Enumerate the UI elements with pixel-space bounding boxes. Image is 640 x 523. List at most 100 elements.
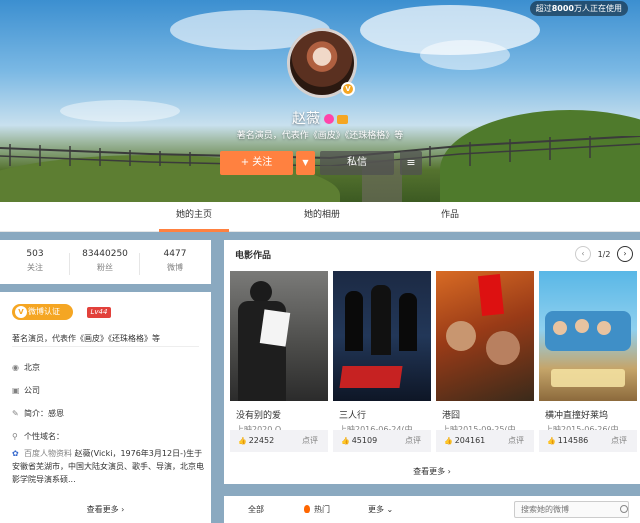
film-card[interactable]: 港囧 上映2015-09-25(中... 204161 点评 <box>436 271 534 453</box>
follow-dropdown-button[interactable]: ▼ <box>296 151 315 175</box>
stat-label: 关注 <box>27 263 43 272</box>
tab-album[interactable]: 她的相册 <box>287 202 357 232</box>
like-count[interactable]: 204161 <box>444 430 486 452</box>
comment-link[interactable]: 点评 <box>508 430 524 452</box>
edit-icon: ✎ <box>12 409 19 418</box>
films-pager: ‹ 1/2 › <box>575 246 633 262</box>
poster-title-art <box>551 369 625 387</box>
stat-fans[interactable]: 83440250 粉丝 <box>70 249 140 275</box>
like-count[interactable]: 45109 <box>341 430 377 452</box>
films-title: 电影作品 <box>235 251 272 261</box>
stats-panel: 503 关注 83440250 粉丝 4477 微博 <box>0 240 211 284</box>
verified-badge-icon: V <box>341 82 355 96</box>
poster-figure <box>399 293 417 351</box>
poster-figure <box>250 281 272 303</box>
poster-paper <box>259 309 291 347</box>
like-count[interactable]: 22452 <box>238 430 274 452</box>
film-poster[interactable] <box>539 271 637 401</box>
domain-text: 个性域名： <box>24 432 64 441</box>
female-icon <box>324 114 334 124</box>
company-row: ▣ 公司 <box>12 385 40 396</box>
cloud-shape <box>420 40 510 70</box>
poster-figure <box>553 321 567 335</box>
film-name[interactable]: 三人行 <box>339 408 431 421</box>
tab-works[interactable]: 作品 <box>415 202 485 232</box>
message-button[interactable]: 私信 <box>320 151 394 175</box>
films-panel: 电影作品 ‹ 1/2 › 没有别的爱 上映2020 O 22452 点评 三人行… <box>224 240 640 484</box>
like-count[interactable]: 114586 <box>547 430 589 452</box>
stat-label: 粉丝 <box>97 263 113 272</box>
chevron-down-icon: ▼ <box>302 158 309 167</box>
film-name[interactable]: 港囧 <box>442 408 534 421</box>
weibo-search-input[interactable] <box>514 501 629 518</box>
comment-link[interactable]: 点评 <box>611 430 627 452</box>
company-text: 公司 <box>24 386 40 395</box>
stat-label: 微博 <box>167 263 183 272</box>
poster-figure <box>597 321 611 335</box>
poster-figure <box>486 331 520 365</box>
search-icon[interactable] <box>620 505 628 513</box>
stat-value: 4477 <box>163 249 187 259</box>
film-actions: 114586 点评 <box>539 430 637 452</box>
film-name[interactable]: 没有别的爱 <box>236 408 328 421</box>
filter-all[interactable]: 全部 <box>248 504 264 515</box>
profile-info-intro: 著名演员，代表作《画皮》《还珠格格》等 <box>12 334 160 343</box>
chevron-right-icon[interactable]: › <box>617 246 633 262</box>
profile-tabs: 她的主页 她的相册 作品 <box>0 202 640 232</box>
profile-name-row: 赵薇 <box>0 108 640 128</box>
filter-hot-label: 热门 <box>314 505 330 514</box>
baidu-paw-icon: ✿ <box>12 449 19 458</box>
film-poster[interactable] <box>436 271 534 401</box>
follow-button[interactable]: + 关注 <box>220 151 293 175</box>
brief-row: ✎ 简介：感恩 <box>12 408 64 419</box>
location-text: 北京 <box>24 363 40 372</box>
feed-filter-bar: 全部 热门 更多 ⌄ <box>224 496 640 523</box>
tab-home[interactable]: 她的主页 <box>159 202 229 232</box>
domain-row: ⚲ 个性域名： <box>12 431 64 442</box>
poster-title-art <box>339 366 403 388</box>
location-pin-icon: ◉ <box>12 363 19 372</box>
baidu-bio: ✿ 百度人物资料 赵薇(Vicki，1976年3月12日-)生于安徽省芜湖市，中国… <box>12 447 207 486</box>
film-poster[interactable] <box>230 271 328 401</box>
stat-value: 83440250 <box>82 249 128 259</box>
filter-more-dropdown[interactable]: 更多 ⌄ <box>368 504 393 515</box>
film-actions: 204161 点评 <box>436 430 534 452</box>
film-actions: 22452 点评 <box>230 430 328 452</box>
online-counter: 超过8000万人正在使用 <box>529 1 628 16</box>
page-indicator: 1/2 <box>597 249 611 259</box>
profile-name: 赵薇 <box>292 111 320 127</box>
poster-figure <box>371 285 391 355</box>
profile-info-panel: 微博认证 Lv44 著名演员，代表作《画皮》《还珠格格》等 ◉ 北京 ▣ 公司 ✎ 简… <box>0 292 211 523</box>
poster-figure <box>345 291 363 351</box>
comment-link[interactable]: 点评 <box>405 430 421 452</box>
link-icon: ⚲ <box>12 432 18 441</box>
stat-value: 503 <box>26 249 44 259</box>
briefcase-icon: ▣ <box>12 386 20 395</box>
level-badge[interactable]: Lv44 <box>87 307 111 318</box>
filter-hot[interactable]: 热门 <box>304 504 330 515</box>
location-row: ◉ 北京 <box>12 362 40 373</box>
stat-weibo[interactable]: 4477 微博 <box>140 249 210 273</box>
more-menu-button[interactable]: ≡ <box>400 151 422 175</box>
profile-see-more-link[interactable]: 查看更多 › <box>0 504 211 515</box>
bio-source[interactable]: 百度人物资料 <box>24 449 72 458</box>
menu-icon: ≡ <box>406 156 416 169</box>
film-card[interactable]: 三人行 上映2016-06-24(中... 45109 点评 <box>333 271 431 453</box>
film-name[interactable]: 横冲直撞好莱坞 <box>545 408 637 421</box>
comment-link[interactable]: 点评 <box>302 430 318 452</box>
stat-following[interactable]: 503 关注 <box>0 249 70 275</box>
poster-figure <box>575 319 589 333</box>
poster-title-art <box>477 273 505 317</box>
vip-icon[interactable] <box>337 114 348 124</box>
film-actions: 45109 点评 <box>333 430 431 452</box>
poster-figure <box>446 321 476 351</box>
profile-intro: 著名演员，代表作《画皮》《还珠格格》等 <box>236 131 404 141</box>
film-card[interactable]: 没有别的爱 上映2020 O 22452 点评 <box>230 271 328 453</box>
brief-text: 简介：感恩 <box>24 409 64 418</box>
films-see-more-link[interactable]: 查看更多 › <box>224 466 640 477</box>
chevron-left-icon[interactable]: ‹ <box>575 246 592 262</box>
divider <box>12 346 199 347</box>
film-poster[interactable] <box>333 271 431 401</box>
verify-tag[interactable]: 微博认证 <box>12 304 73 320</box>
film-card[interactable]: 横冲直撞好莱坞 上映2015-06-26(中... 114586 点评 <box>539 271 637 453</box>
